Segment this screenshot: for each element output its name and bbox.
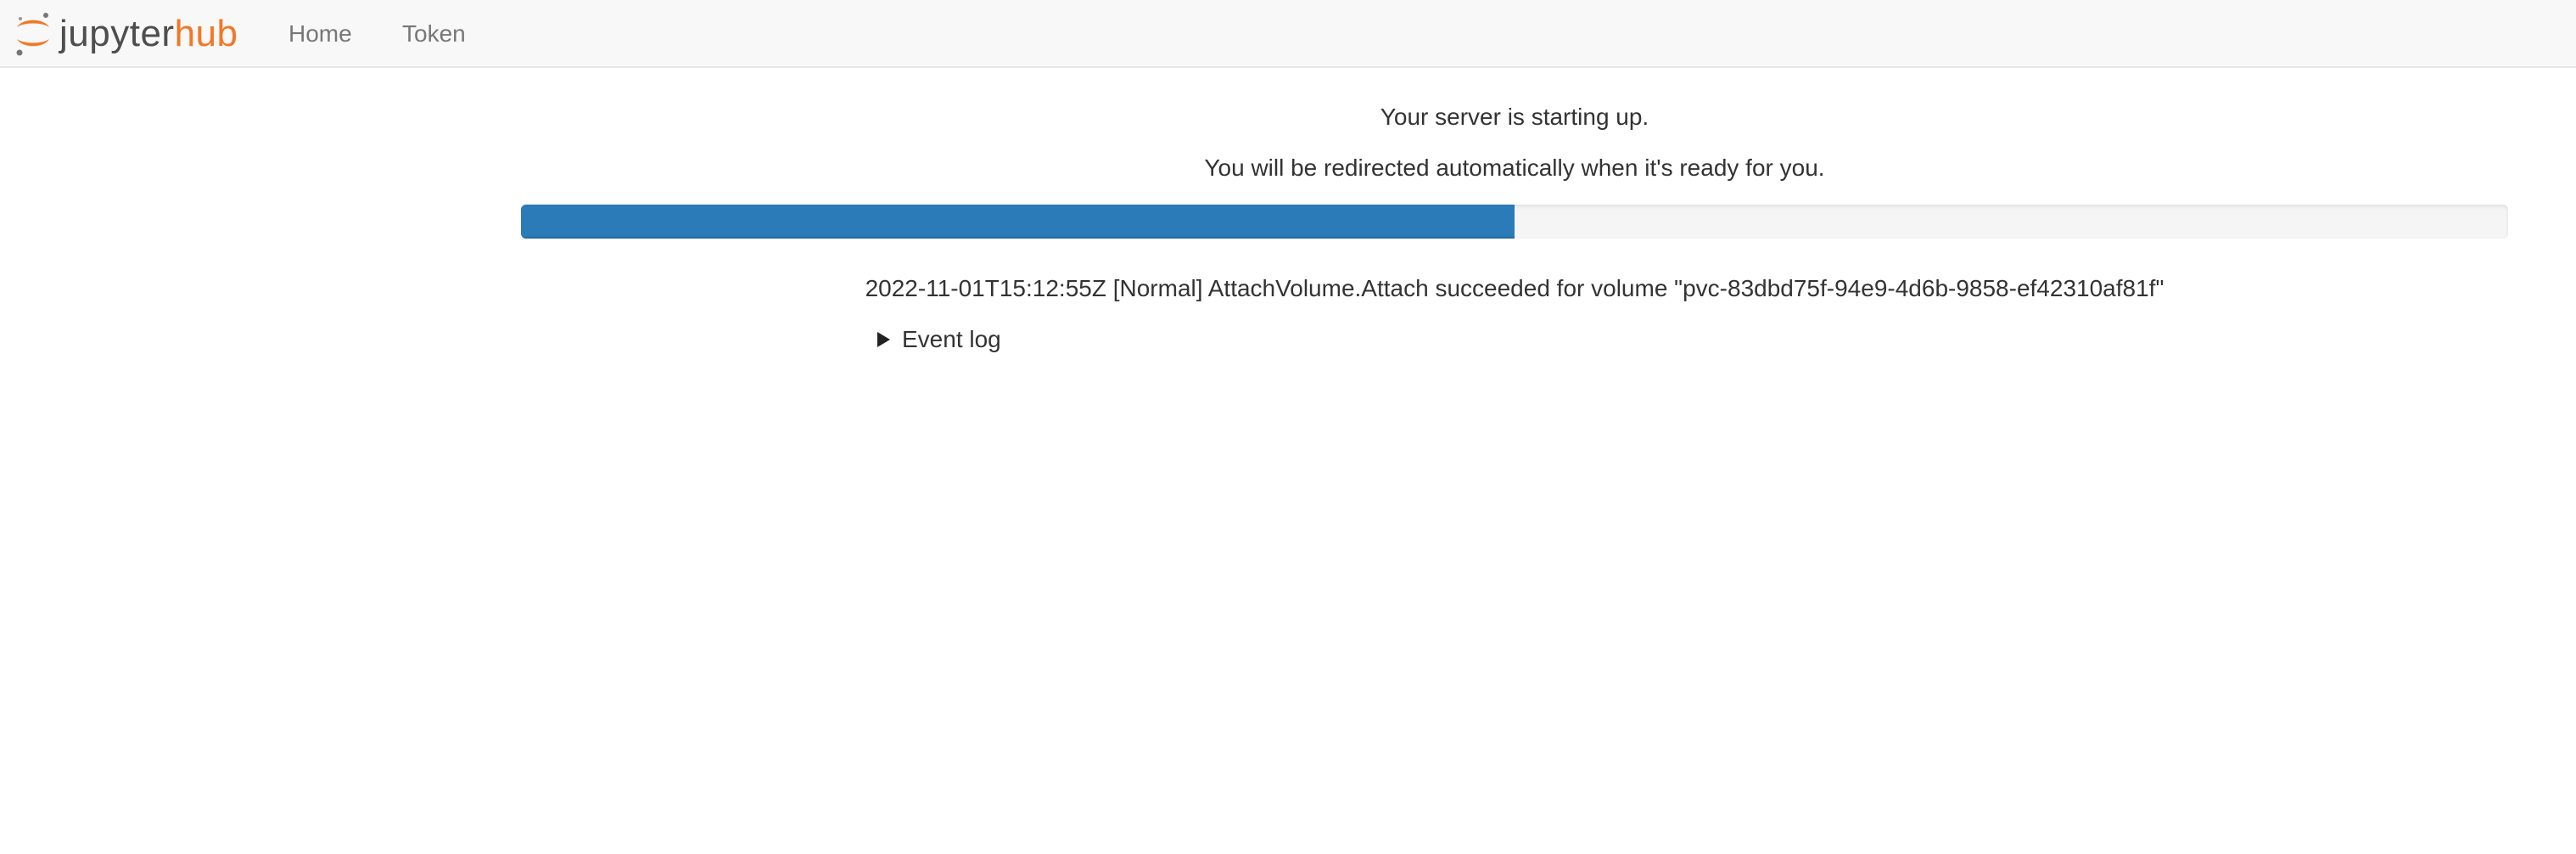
logo-text-jupyter: jupyter <box>59 13 175 54</box>
nav-link-home[interactable]: Home <box>288 0 352 68</box>
jupyterhub-logo[interactable]: jupyterhub <box>14 7 268 61</box>
event-log-label: Event log <box>902 326 1001 352</box>
jupyter-logo-icon <box>16 13 49 56</box>
event-log-toggle[interactable]: Event log <box>877 326 1001 353</box>
progress-bar-fill <box>521 205 1515 239</box>
latest-event-message: 2022-11-01T15:12:55Z [Normal] AttachVolu… <box>865 275 2164 301</box>
progress-bar-track <box>521 205 2508 239</box>
navbar: jupyterhub Home Token <box>0 0 2576 68</box>
disclosure-triangle-icon <box>877 332 890 347</box>
logo-text-hub: hub <box>174 13 238 54</box>
nav-link-token[interactable]: Token <box>402 0 466 68</box>
status-message: Your server is starting up. <box>1380 104 1649 130</box>
redirect-message: You will be redirected automatically whe… <box>1204 155 1825 181</box>
